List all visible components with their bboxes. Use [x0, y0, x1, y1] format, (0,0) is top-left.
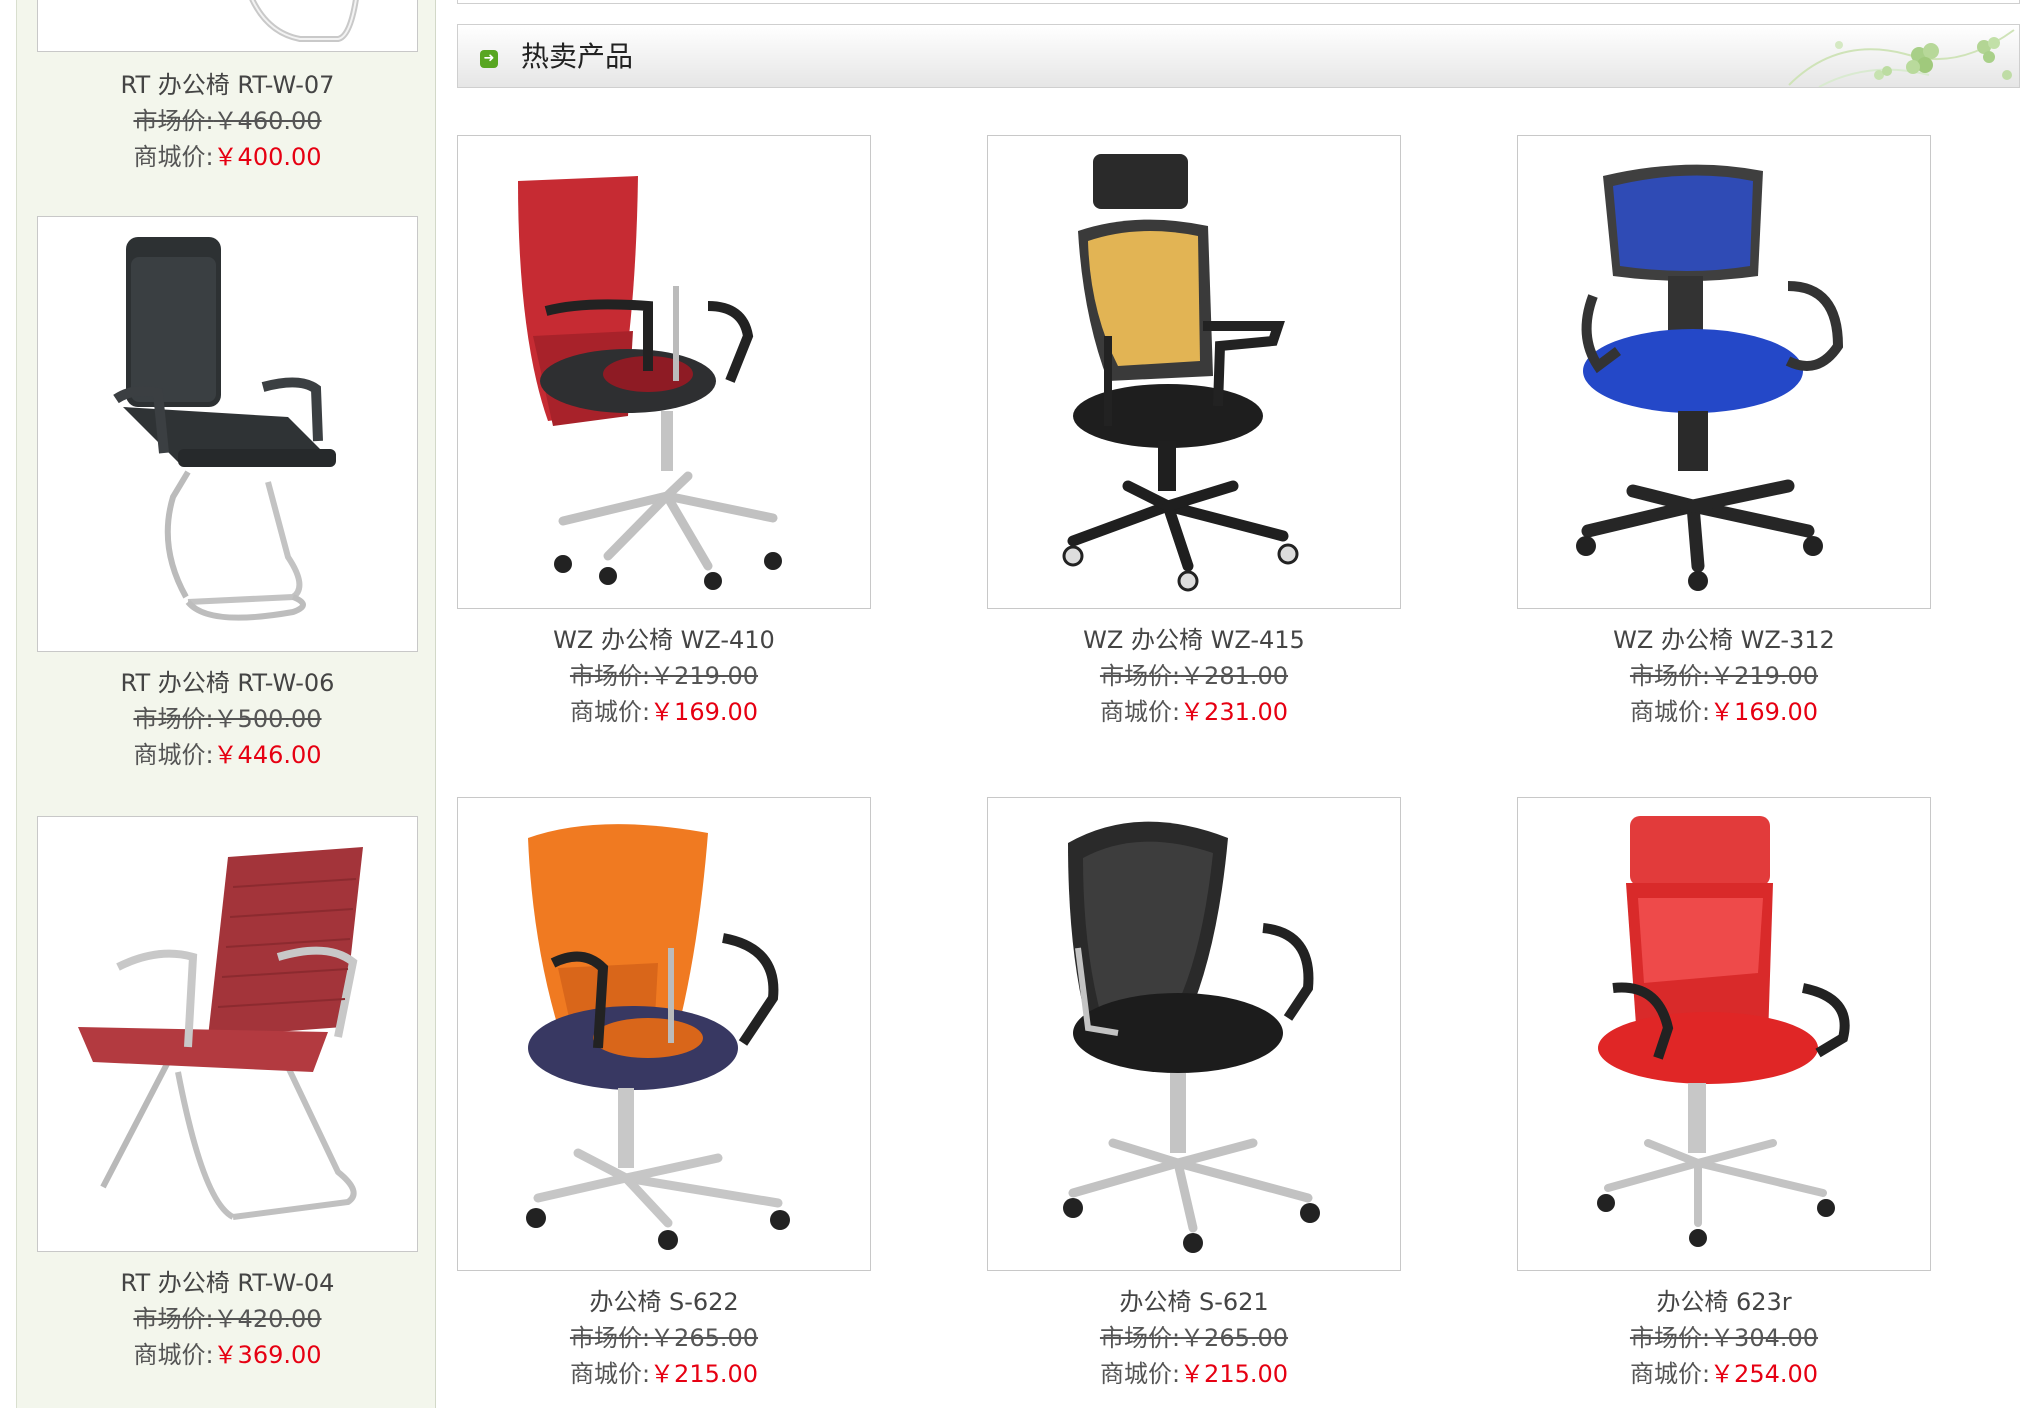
product-name[interactable]: 办公椅 623r [1517, 1287, 1931, 1317]
section-header: ➜ 热卖产品 [457, 24, 2020, 88]
mall-price: 商城价:￥231.00 [1099, 698, 1289, 726]
product-name[interactable]: WZ 办公椅 WZ-312 [1517, 625, 1931, 655]
product-name[interactable]: 办公椅 S-622 [457, 1287, 871, 1317]
market-price: 市场价:￥265.00 [569, 1324, 759, 1352]
product-name[interactable]: WZ 办公椅 WZ-410 [457, 625, 871, 655]
market-price: 市场价:￥304.00 [1629, 1324, 1819, 1352]
sidebar-product-image[interactable] [37, 216, 418, 652]
sidebar-product-name[interactable]: RT 办公椅 RT-W-04 [37, 1268, 418, 1298]
product-image[interactable] [457, 797, 871, 1271]
product-image[interactable] [1517, 797, 1931, 1271]
product-image[interactable] [987, 797, 1401, 1271]
market-price: 市场价:￥460.00 [133, 107, 322, 135]
sidebar-product-name[interactable]: RT 办公椅 RT-W-07 [37, 70, 418, 100]
product-name[interactable]: 办公椅 S-621 [987, 1287, 1401, 1317]
product-card[interactable]: WZ 办公椅 WZ-312 市场价:￥219.00 商城价:￥169.00 [1517, 135, 1931, 745]
sidebar-product-card[interactable]: RT 办公椅 RT-W-07 市场价:￥460.00 商城价:￥400.00 [37, 0, 418, 180]
product-image[interactable] [987, 135, 1401, 609]
product-card[interactable]: 办公椅 S-621 市场价:￥265.00 商城价:￥215.00 [987, 797, 1401, 1407]
market-price: 市场价:￥281.00 [1099, 662, 1289, 690]
main-content: ➜ 热卖产品 WZ 办公椅 WZ-410 市场价:￥219.00 商城价:￥16… [457, 0, 2020, 1408]
mall-price: 商城价:￥446.00 [133, 741, 322, 769]
sidebar-product-card[interactable]: RT 办公椅 RT-W-06 市场价:￥500.00 商城价:￥446.00 [37, 216, 418, 776]
sidebar-product-name[interactable]: RT 办公椅 RT-W-06 [37, 668, 418, 698]
product-name[interactable]: WZ 办公椅 WZ-415 [987, 625, 1401, 655]
mall-price: 商城价:￥169.00 [1629, 698, 1819, 726]
mall-price: 商城价:￥254.00 [1629, 1360, 1819, 1388]
product-image[interactable] [457, 135, 871, 609]
product-card[interactable]: WZ 办公椅 WZ-415 市场价:￥281.00 商城价:￥231.00 [987, 135, 1401, 745]
product-image[interactable] [1517, 135, 1931, 609]
sidebar-product-card[interactable]: RT 办公椅 RT-W-04 市场价:￥420.00 商城价:￥369.00 [37, 816, 418, 1376]
top-panel-border [457, 0, 2020, 4]
mall-price: 商城价:￥215.00 [569, 1360, 759, 1388]
market-price: 市场价:￥265.00 [1099, 1324, 1289, 1352]
mall-price: 商城价:￥369.00 [133, 1341, 322, 1369]
market-price: 市场价:￥420.00 [133, 1305, 322, 1333]
mall-price: 商城价:￥169.00 [569, 698, 759, 726]
product-card[interactable]: 办公椅 623r 市场价:￥304.00 商城价:￥254.00 [1517, 797, 1931, 1407]
sidebar-product-image[interactable] [37, 816, 418, 1252]
sidebar-product-image[interactable] [37, 0, 418, 52]
mall-price: 商城价:￥400.00 [133, 143, 322, 171]
market-price: 市场价:￥219.00 [1629, 662, 1819, 690]
market-price: 市场价:￥219.00 [569, 662, 759, 690]
mall-price: 商城价:￥215.00 [1099, 1360, 1289, 1388]
sidebar: RT 办公椅 RT-W-07 市场价:￥460.00 商城价:￥400.00 R… [16, 0, 436, 1408]
product-card[interactable]: 办公椅 S-622 市场价:￥265.00 商城价:￥215.00 [457, 797, 871, 1407]
clover-decoration-icon [1788, 29, 2015, 87]
market-price: 市场价:￥500.00 [133, 705, 322, 733]
section-title: 热卖产品 [521, 40, 634, 73]
product-card[interactable]: WZ 办公椅 WZ-410 市场价:￥219.00 商城价:￥169.00 [457, 135, 871, 745]
arrow-right-icon: ➜ [480, 50, 498, 68]
